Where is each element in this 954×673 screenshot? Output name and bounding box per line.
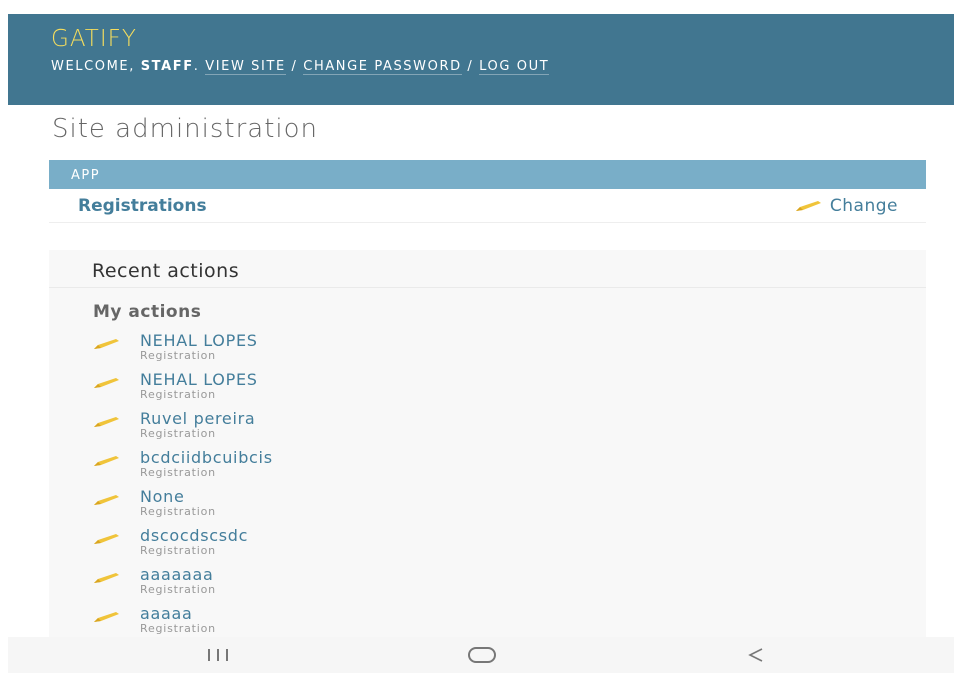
pencil-icon bbox=[94, 417, 119, 427]
action-type: Registration bbox=[140, 349, 216, 362]
app-module: APP Registrations Change bbox=[49, 160, 926, 223]
action-item: NEHAL LOPES Registration bbox=[91, 371, 273, 410]
recent-apps-icon bbox=[208, 649, 228, 661]
change-label: Change bbox=[829, 195, 898, 216]
action-item: NEHAL LOPES Registration bbox=[91, 332, 273, 371]
recent-actions-panel: Recent actions My actions NEHAL LOPES Re… bbox=[49, 250, 926, 640]
log-out-link[interactable]: LOG OUT bbox=[479, 59, 550, 75]
user-tools: WELCOME, STAFF. VIEW SITE / CHANGE PASSW… bbox=[51, 59, 550, 75]
recent-actions-title: Recent actions bbox=[49, 250, 926, 288]
pencil-icon bbox=[795, 200, 821, 211]
pencil-icon bbox=[94, 456, 119, 466]
back-icon bbox=[748, 648, 763, 662]
action-type: Registration bbox=[140, 388, 216, 401]
site-branding[interactable]: GATIFY bbox=[51, 26, 954, 52]
action-item: dscocdscsdc Registration bbox=[91, 527, 273, 566]
action-item: None Registration bbox=[91, 488, 273, 527]
pencil-icon bbox=[94, 495, 119, 505]
username: STAFF bbox=[140, 59, 194, 74]
action-type: Registration bbox=[140, 622, 216, 635]
action-item: aaaaaaa Registration bbox=[91, 566, 273, 605]
pencil-icon bbox=[94, 534, 119, 544]
pencil-icon bbox=[94, 573, 119, 583]
my-actions-title: My actions bbox=[93, 302, 202, 322]
back-button[interactable] bbox=[716, 637, 796, 673]
action-link[interactable]: bcdciidbcuibcis bbox=[140, 449, 273, 466]
welcome-text: WELCOME, bbox=[51, 59, 135, 74]
home-icon bbox=[468, 647, 496, 663]
action-type: Registration bbox=[140, 427, 216, 440]
pencil-icon bbox=[94, 378, 119, 388]
action-type: Registration bbox=[140, 544, 216, 557]
action-link[interactable]: aaaaaaa bbox=[140, 566, 273, 583]
recent-apps-button[interactable] bbox=[178, 637, 258, 673]
action-list: NEHAL LOPES Registration NEHAL LOPES Reg… bbox=[91, 332, 273, 644]
action-type: Registration bbox=[140, 466, 216, 479]
android-nav-bar bbox=[8, 637, 954, 673]
pencil-icon bbox=[94, 339, 119, 349]
page-title: Site administration bbox=[52, 114, 319, 144]
action-link[interactable]: NEHAL LOPES bbox=[140, 371, 273, 388]
action-link[interactable]: dscocdscsdc bbox=[140, 527, 273, 544]
action-item: bcdciidbcuibcis Registration bbox=[91, 449, 273, 488]
registrations-link[interactable]: Registrations bbox=[78, 196, 207, 216]
change-button[interactable]: Change bbox=[794, 196, 898, 216]
action-link[interactable]: aaaaa bbox=[140, 605, 273, 622]
action-item: Ruvel pereira Registration bbox=[91, 410, 273, 449]
pencil-icon bbox=[94, 612, 119, 622]
app-module-caption[interactable]: APP bbox=[49, 160, 926, 189]
home-button[interactable] bbox=[442, 637, 522, 673]
action-link[interactable]: Ruvel pereira bbox=[140, 410, 273, 427]
action-type: Registration bbox=[140, 583, 216, 596]
action-link[interactable]: None bbox=[140, 488, 273, 505]
action-link[interactable]: NEHAL LOPES bbox=[140, 332, 273, 349]
registrations-row: Registrations Change bbox=[49, 189, 926, 223]
change-password-link[interactable]: CHANGE PASSWORD bbox=[303, 59, 462, 75]
action-type: Registration bbox=[140, 505, 216, 518]
site-header: GATIFY WELCOME, STAFF. VIEW SITE / CHANG… bbox=[8, 14, 954, 105]
view-site-link[interactable]: VIEW SITE bbox=[205, 59, 286, 75]
